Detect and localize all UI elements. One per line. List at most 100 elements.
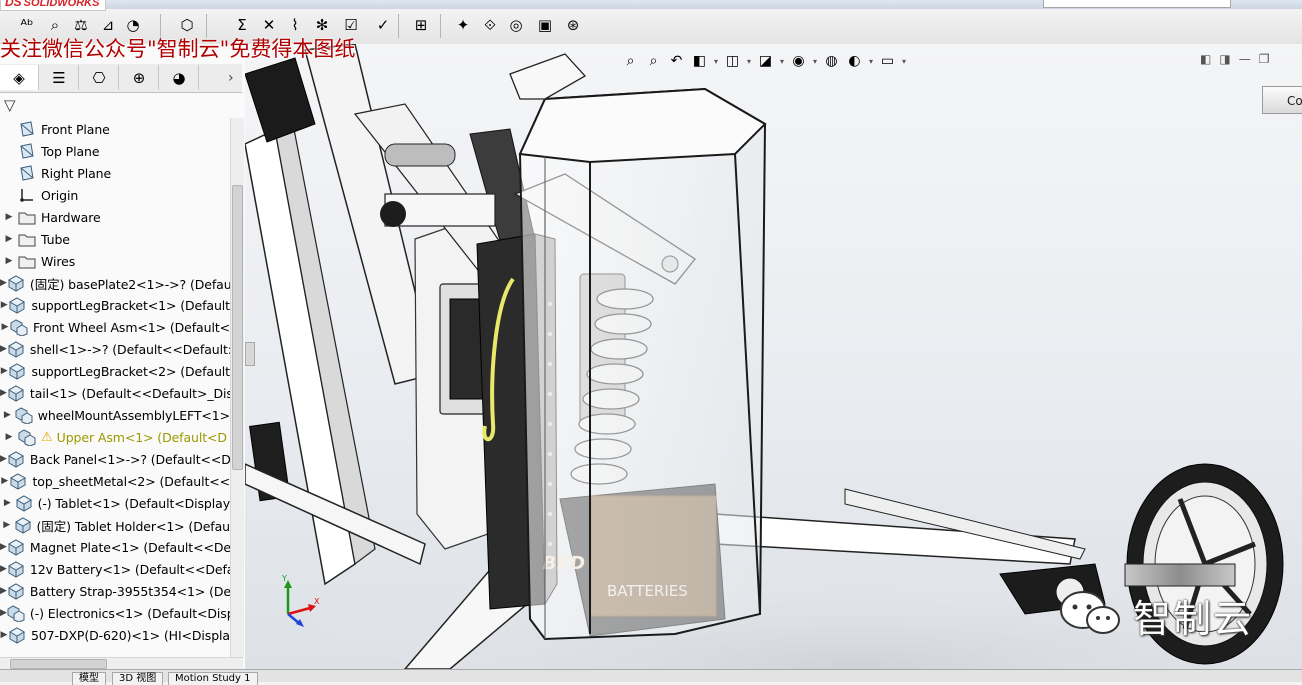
tree-item[interactable]: ▶ Hardware <box>0 206 230 228</box>
tree-item-label: Hardware <box>41 209 101 225</box>
expand-arrow-icon[interactable]: ▶ <box>0 476 9 486</box>
expand-arrow-icon[interactable]: ▶ <box>0 278 7 288</box>
tree-item[interactable]: Right Plane <box>0 162 230 184</box>
tree-item[interactable]: ▶ (固定) Tablet Holder<1> (Defau <box>0 514 230 536</box>
chevron-down-icon[interactable]: ▾ <box>745 57 753 66</box>
watermark-text: 关注微信公众号"智制云"免费得本图纸 <box>0 37 356 61</box>
expand-arrow-icon[interactable]: ▶ <box>0 432 18 442</box>
expand-arrow-icon[interactable]: ▶ <box>0 498 15 508</box>
previous-view-icon[interactable]: ↶ <box>666 51 687 71</box>
chevron-down-icon[interactable]: ▾ <box>712 57 720 66</box>
tree-item[interactable]: ▶ supportLegBracket<2> (Default <box>0 360 230 382</box>
tree-item[interactable]: ▶ Battery Strap-3955t354<1> (De <box>0 580 230 602</box>
configuration-manager-tab[interactable]: ⎔ <box>80 65 119 90</box>
panel-tab-strip: ◈ ☰ ⎔ ⊕ ◕ <box>0 64 242 93</box>
tile-left-icon[interactable]: ◧ <box>1200 52 1211 66</box>
expand-arrow-icon[interactable]: ▶ <box>0 630 8 640</box>
tree-item[interactable]: ▶ Back Panel<1>->? (Default<<D <box>0 448 230 470</box>
design-checker-icon[interactable]: ▣ <box>534 14 556 36</box>
expand-arrow-icon[interactable]: ▶ <box>0 366 8 376</box>
expand-arrow-icon[interactable]: ▶ <box>0 212 18 222</box>
expand-arrow-icon[interactable]: ▶ <box>0 256 18 266</box>
tree-item[interactable]: ▶ (-) Electronics<1> (Default<Disp <box>0 602 230 624</box>
panel-expand-icon[interactable]: › <box>228 70 234 86</box>
plane-icon <box>18 120 36 138</box>
global-icon[interactable]: ⊛ <box>562 14 584 36</box>
expand-arrow-icon[interactable]: ▶ <box>0 388 7 398</box>
tree-item[interactable]: ▶ tail<1> (Default<<Default>_Dis <box>0 382 230 404</box>
tree-item[interactable]: Origin <box>0 184 230 206</box>
display-manager-tab[interactable]: ◕ <box>160 65 199 90</box>
expand-arrow-icon[interactable]: ▶ <box>0 608 7 618</box>
filter-icon[interactable]: ▽ <box>4 96 16 114</box>
tree-hscroll-thumb[interactable] <box>10 659 107 669</box>
tree-item[interactable]: ▶ Front Wheel Asm<1> (Default< <box>0 316 230 338</box>
confirmation-corner-button[interactable]: Co <box>1262 86 1302 114</box>
tab-3d-view[interactable]: 3D 视图 <box>112 672 164 685</box>
view-orientation-icon[interactable]: ◫ <box>722 51 743 71</box>
panel-splitter-handle[interactable] <box>245 342 255 366</box>
tree-item[interactable]: ▶ Tube <box>0 228 230 250</box>
tree-item[interactable]: ▶ shell<1>->? (Default<<Default: <box>0 338 230 360</box>
toolbar-separator <box>440 14 441 38</box>
tile-right-icon[interactable]: ◨ <box>1219 52 1230 66</box>
expand-arrow-icon[interactable]: ▶ <box>0 454 7 464</box>
expand-arrow-icon[interactable]: ▶ <box>0 410 15 420</box>
expand-arrow-icon[interactable]: ▶ <box>0 542 7 552</box>
dimxpert-tab[interactable]: ⊕ <box>120 65 159 90</box>
symmetry-icon[interactable]: ✓ <box>372 14 394 36</box>
tree-item[interactable]: Top Plane <box>0 140 230 162</box>
tree-item[interactable]: ▶ (-) Tablet<1> (Default<Display <box>0 492 230 514</box>
section-view-icon[interactable]: ◧ <box>689 51 710 71</box>
feature-manager-tab[interactable]: ◈ <box>0 65 39 90</box>
tree-item-label: Front Plane <box>41 121 110 137</box>
view-settings-icon[interactable]: ▭ <box>877 51 898 71</box>
graphics-viewport[interactable]: BKD BATTERIES <box>245 44 1302 669</box>
search-input[interactable] <box>1043 0 1231 8</box>
hide-show-items-icon[interactable]: ◉ <box>788 51 809 71</box>
tree-item[interactable]: ▶ 12v Battery<1> (Default<<Defa <box>0 558 230 580</box>
tree-scroll-thumb[interactable] <box>232 185 243 470</box>
motion-icon[interactable]: ✦ <box>452 14 474 36</box>
tab-model[interactable]: 模型 <box>72 672 106 685</box>
zoom-to-area-icon[interactable]: ⌕ <box>643 51 664 71</box>
edit-appearance-icon[interactable]: ◍ <box>821 51 842 71</box>
expand-arrow-icon[interactable]: ▶ <box>0 520 14 530</box>
tree-item-label: tail<1> (Default<<Default>_Dis <box>29 385 230 401</box>
expand-arrow-icon[interactable]: ▶ <box>0 322 10 332</box>
chevron-down-icon[interactable]: ▾ <box>900 57 908 66</box>
restore-icon[interactable]: ❐ <box>1259 52 1270 66</box>
simulation-icon[interactable]: ⟐ <box>479 14 501 36</box>
folder-icon <box>18 230 36 248</box>
chevron-down-icon[interactable]: ▾ <box>778 57 786 66</box>
solidworks-logo[interactable]: DS SOLIDWORKS <box>0 0 107 11</box>
zoom-to-fit-icon[interactable]: ⌕ <box>620 51 641 71</box>
expand-arrow-icon[interactable]: ▶ <box>0 300 8 310</box>
tree-item[interactable]: ▶ ⚠ Upper Asm<1> (Default<D <box>0 426 230 448</box>
tree-item[interactable]: ▶ (固定) basePlate2<1>->? (Default <box>0 272 230 294</box>
chevron-down-icon[interactable]: ▾ <box>867 57 875 66</box>
expand-arrow-icon[interactable]: ▶ <box>0 586 7 596</box>
export-icon[interactable]: ⊞ <box>410 14 432 36</box>
property-manager-tab[interactable]: ☰ <box>40 65 79 90</box>
tree-item[interactable]: Front Plane <box>0 118 230 140</box>
brand-mark: DS <box>5 0 22 9</box>
tree-item[interactable]: ▶ top_sheetMetal<2> (Default<< <box>0 470 230 492</box>
tree-item[interactable]: ▶ Wires <box>0 250 230 272</box>
tab-motion-study[interactable]: Motion Study 1 <box>168 672 258 685</box>
tree-item[interactable]: ▶ 507-DXP(D-620)<1> (HI<Displa <box>0 624 230 646</box>
part-icon <box>8 626 26 644</box>
expand-arrow-icon[interactable]: ▶ <box>0 564 7 574</box>
chevron-down-icon[interactable]: ▾ <box>811 57 819 66</box>
display-style-icon[interactable]: ◪ <box>755 51 776 71</box>
plane-icon <box>18 164 36 182</box>
expand-arrow-icon[interactable]: ▶ <box>0 344 7 354</box>
tree-item[interactable]: ▶ supportLegBracket<1> (Default <box>0 294 230 316</box>
apply-scene-icon[interactable]: ◐ <box>844 51 865 71</box>
tree-item-label: Tube <box>41 231 70 247</box>
expand-arrow-icon[interactable]: ▶ <box>0 234 18 244</box>
costing-icon[interactable]: ◎ <box>505 14 527 36</box>
tree-item[interactable]: ▶ Magnet Plate<1> (Default<<De <box>0 536 230 558</box>
minimize-icon[interactable]: — <box>1239 52 1251 66</box>
tree-item[interactable]: ▶ wheelMountAssemblyLEFT<1> <box>0 404 230 426</box>
